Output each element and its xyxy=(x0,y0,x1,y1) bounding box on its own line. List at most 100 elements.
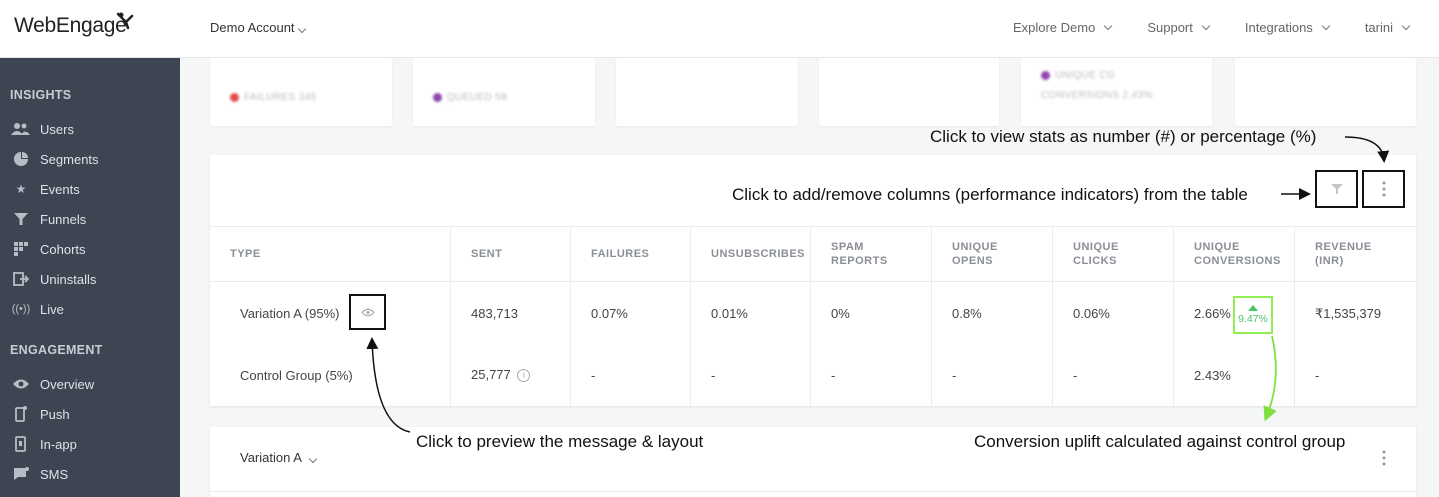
exit-icon xyxy=(10,272,32,286)
column-label: UNIQUE CLICKS xyxy=(1073,241,1119,267)
nav-user-menu[interactable]: tarini xyxy=(1364,20,1411,35)
stat-card-failures: FAILURES 345 xyxy=(210,58,392,126)
row-variation-a-conversions: 2.66% xyxy=(1194,306,1231,321)
column-body xyxy=(932,281,1053,406)
grid-icon xyxy=(10,242,32,256)
nav-support[interactable]: Support xyxy=(1147,20,1211,35)
nav-integrations[interactable]: Integrations xyxy=(1244,20,1331,35)
sidebar-item-live[interactable]: ((•)) Live xyxy=(10,298,170,320)
stat-card-cg-conversions: UNIQUE CG CONVERSIONS 2.43% xyxy=(1021,58,1212,126)
column-body xyxy=(571,281,691,406)
stat-card-label: UNIQUE CG CONVERSIONS 2.43% xyxy=(1041,70,1153,101)
column-body xyxy=(691,281,811,406)
uplift-value: 9.47% xyxy=(1238,313,1268,325)
sidebar-item-label: Overview xyxy=(40,376,95,392)
row-control-conversions: 2.43% xyxy=(1194,368,1231,383)
top-nav: Explore Demo Support Integrations tarini xyxy=(1012,20,1411,35)
column-header-unique-opens: UNIQUE OPENS xyxy=(932,227,1053,281)
sidebar-item-users[interactable]: Users xyxy=(10,118,170,140)
sidebar-item-label: In-app xyxy=(40,436,77,452)
nav-label: Explore Demo xyxy=(1012,20,1096,35)
row-variation-a-revenue: ₹1,535,379 xyxy=(1315,306,1382,321)
row-variation-a-failures: 0.07% xyxy=(591,306,628,321)
sidebar-item-in-app[interactable]: In-app xyxy=(10,433,170,455)
column-header-type: TYPE xyxy=(210,227,451,281)
account-name: Demo Account xyxy=(210,20,295,35)
column-label: UNIQUE CONVERSIONS xyxy=(1194,241,1281,267)
stat-card-label: QUEUED 58 xyxy=(447,92,508,103)
preview-message-button[interactable] xyxy=(349,294,386,330)
sidebar-item-funnels[interactable]: Funnels xyxy=(10,208,170,230)
stat-card-label: FAILURES 345 xyxy=(244,92,317,103)
column-header-unique-conversions: UNIQUE CONVERSIONS xyxy=(1174,227,1295,281)
row-control-clicks: - xyxy=(1073,368,1078,383)
variation-selector[interactable]: Variation A xyxy=(240,450,318,465)
more-vertical-icon[interactable] xyxy=(1382,450,1386,466)
chevron-down-icon xyxy=(1201,21,1211,30)
sidebar-item-label: Push xyxy=(40,406,70,422)
sidebar-item-label: Live xyxy=(40,301,64,317)
sidebar-item-push[interactable]: Push xyxy=(10,403,170,425)
stat-card-empty xyxy=(1235,58,1416,126)
conversion-uplift-badge: 9.47% xyxy=(1233,296,1273,334)
pie-icon xyxy=(10,152,32,166)
row-control-failures: - xyxy=(591,368,596,383)
column-body xyxy=(1053,281,1174,406)
star-icon: ★ xyxy=(15,182,27,196)
chat-icon xyxy=(10,467,32,481)
row-control-spam: - xyxy=(831,368,836,383)
sidebar-item-label: Events xyxy=(40,181,80,197)
phone-icon xyxy=(10,406,32,422)
row-control-sent: 25,777 i xyxy=(471,367,531,382)
sidebar-item-uninstalls[interactable]: Uninstalls xyxy=(10,268,170,290)
column-header-sent: SENT xyxy=(451,227,571,281)
sidebar-item-segments[interactable]: Segments xyxy=(10,148,170,170)
divider xyxy=(210,491,1416,492)
annotation-uplift: Conversion uplift calculated against con… xyxy=(974,432,1346,451)
funnel-icon xyxy=(10,212,32,226)
sidebar: INSIGHTS Users Segments ★ Events Funnels… xyxy=(0,58,180,497)
annotation-columns-toggle: Click to add/remove columns (performance… xyxy=(732,185,1248,204)
top-bar: WebEngage Demo Account Explore Demo Supp… xyxy=(0,0,1439,58)
logo[interactable]: WebEngage xyxy=(14,14,127,38)
column-label: UNIQUE OPENS xyxy=(952,241,998,267)
stat-card-empty xyxy=(616,58,798,126)
column-filter-button[interactable] xyxy=(1315,170,1358,208)
column-body xyxy=(811,281,932,406)
eye-icon xyxy=(10,378,32,390)
sidebar-item-label: Uninstalls xyxy=(40,271,97,287)
sidebar-item-sms[interactable]: SMS xyxy=(10,463,170,485)
column-header-revenue: REVENUE (INR) xyxy=(1295,227,1416,281)
row-control-unsubscribes: - xyxy=(711,368,716,383)
row-variation-a-type: Variation A (95%) xyxy=(240,306,340,321)
account-switcher[interactable]: Demo Account xyxy=(210,20,306,35)
sidebar-item-label: Segments xyxy=(40,151,99,167)
chevron-down-icon xyxy=(1104,21,1113,30)
stats-format-menu-button[interactable] xyxy=(1362,170,1405,208)
stat-card-queued: QUEUED 58 xyxy=(413,58,595,126)
chevron-down-icon xyxy=(308,454,318,464)
variation-label: Variation A xyxy=(240,450,302,465)
sidebar-item-overview[interactable]: Overview xyxy=(10,373,170,395)
nav-label: Support xyxy=(1147,20,1193,35)
status-dot xyxy=(230,92,239,102)
sidebar-item-events[interactable]: ★ Events xyxy=(10,178,170,200)
chevron-down-icon xyxy=(1401,21,1411,30)
row-control-opens: - xyxy=(952,368,957,383)
nav-label: tarini xyxy=(1364,20,1393,35)
sidebar-item-cohorts[interactable]: Cohorts xyxy=(10,238,170,260)
sidebar-item-label: Cohorts xyxy=(40,241,86,257)
chevron-down-icon xyxy=(297,24,306,34)
nav-explore-demo[interactable]: Explore Demo xyxy=(1012,20,1113,35)
row-control-type: Control Group (5%) xyxy=(240,368,353,383)
column-label: SPAM REPORTS xyxy=(831,241,888,267)
funnel-icon xyxy=(1330,184,1343,194)
column-header-unsubscribes: UNSUBSCRIBES xyxy=(691,227,811,281)
row-control-revenue: - xyxy=(1315,368,1320,383)
info-icon[interactable]: i xyxy=(517,369,531,382)
stat-card-empty xyxy=(819,58,999,126)
nav-label: Integrations xyxy=(1244,20,1313,35)
broadcast-icon: ((•)) xyxy=(11,303,31,315)
annotation-preview: Click to preview the message & layout xyxy=(416,432,704,451)
annotation-stats-toggle: Click to view stats as number (#) or per… xyxy=(930,127,1317,146)
